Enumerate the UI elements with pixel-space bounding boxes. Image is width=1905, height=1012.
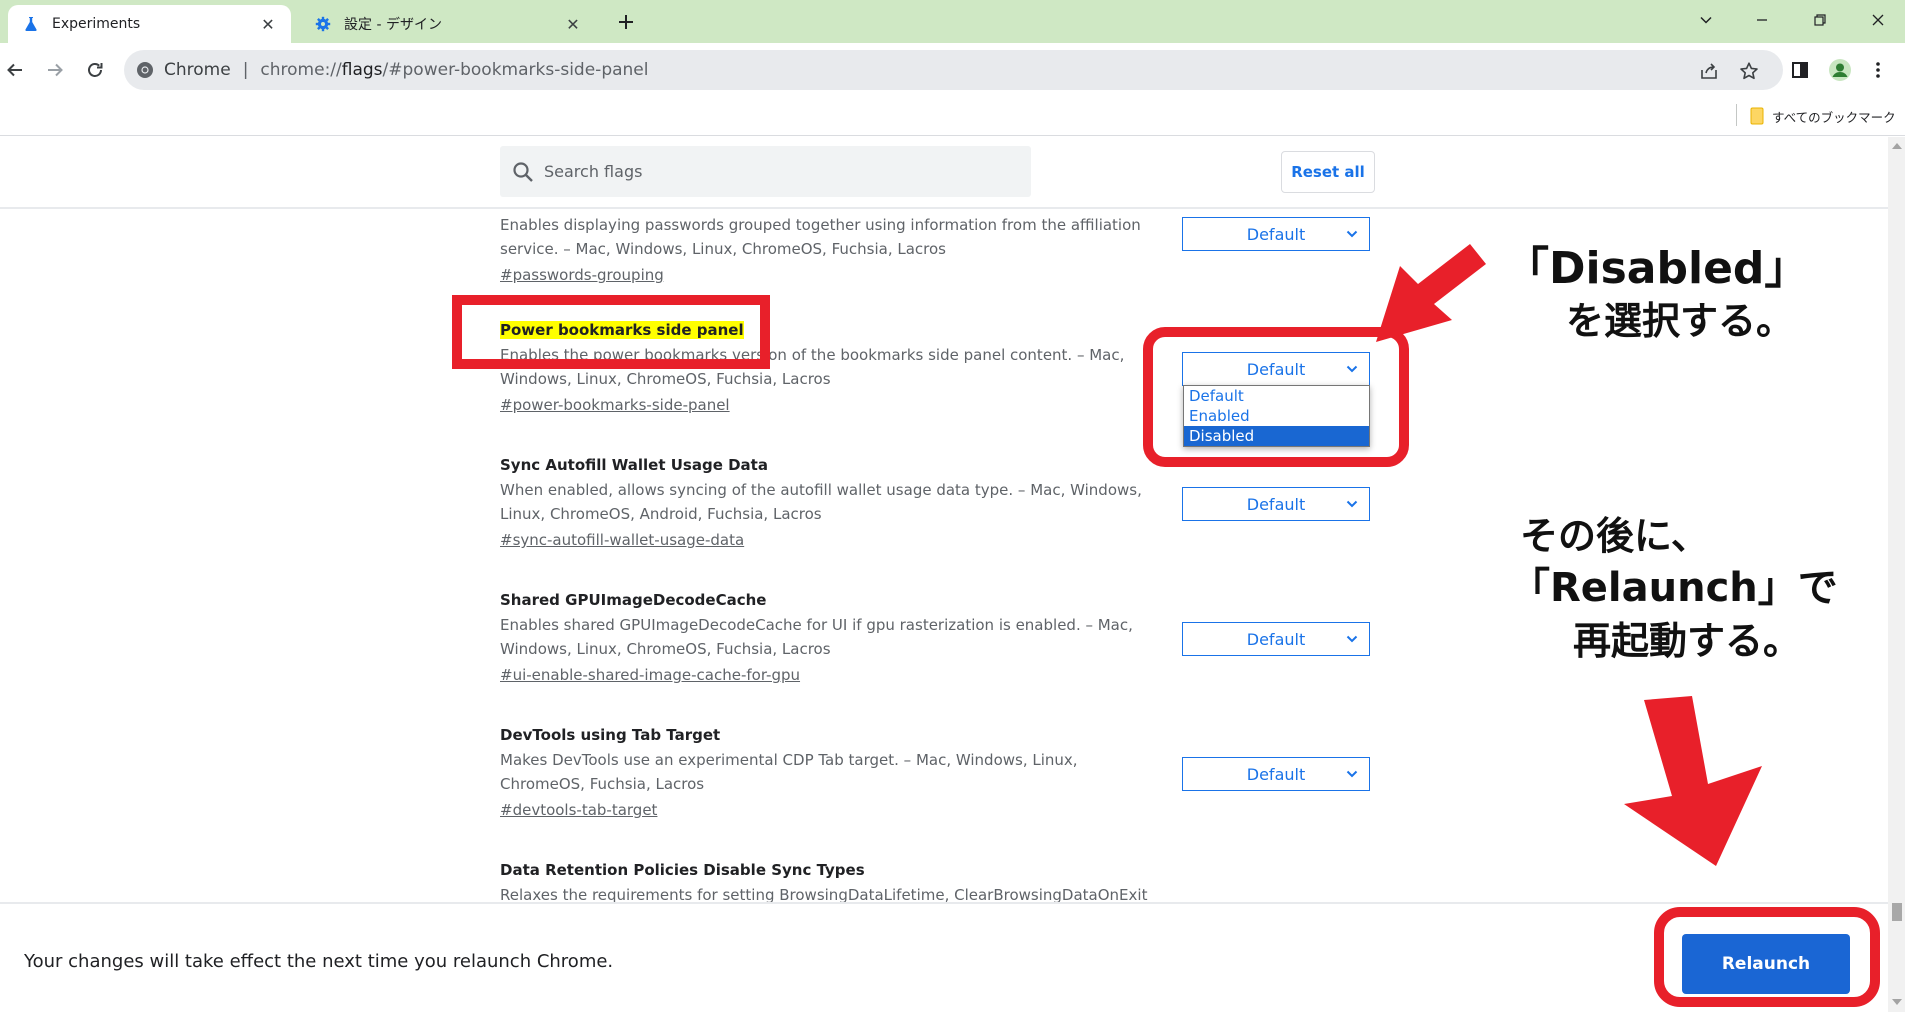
- flag-link[interactable]: #devtools-tab-target: [500, 798, 657, 822]
- flag-select-sync-autofill-wallet[interactable]: Default: [1182, 487, 1370, 521]
- annotation-relaunch-line3: 再起動する。: [1573, 619, 1802, 663]
- annotation-select-line2: を選択する。: [1566, 299, 1795, 343]
- tab-title: Experiments: [52, 16, 141, 32]
- flag-link[interactable]: #passwords-grouping: [500, 263, 664, 287]
- select-value: Default: [1246, 494, 1306, 514]
- chevron-down-icon: [1346, 770, 1358, 778]
- reload-icon[interactable]: [80, 55, 110, 85]
- restore-icon[interactable]: [1798, 4, 1842, 36]
- select-value: Default: [1246, 764, 1306, 784]
- annotation-arrow-down-icon: [1624, 696, 1762, 866]
- profile-avatar-icon[interactable]: [1828, 58, 1852, 82]
- close-icon[interactable]: ✕: [259, 15, 277, 34]
- all-bookmarks-label: すべてのブックマーク: [1772, 109, 1896, 125]
- address-bar[interactable]: Chrome | chrome://flags/#power-bookmarks…: [124, 50, 1783, 90]
- annotation-box-flag-name: [452, 295, 770, 369]
- flag-select-devtools-tab-target[interactable]: Default: [1182, 757, 1370, 791]
- flag-link[interactable]: #power-bookmarks-side-panel: [500, 393, 730, 417]
- flag-description: When enabled, allows syncing of the auto…: [500, 481, 1142, 523]
- site-label: Chrome: [164, 60, 231, 80]
- star-icon[interactable]: [1738, 60, 1760, 82]
- flag-sync-autofill-wallet-usage-data: Sync Autofill Wallet Usage Data When ena…: [500, 454, 1160, 552]
- folder-icon: [1750, 107, 1764, 125]
- flag-select-passwords-grouping[interactable]: Default: [1182, 217, 1370, 251]
- site-info-chip[interactable]: Chrome: [136, 60, 231, 80]
- url-path: /#power-bookmarks-side-panel: [382, 60, 649, 80]
- url-text: chrome://flags/#power-bookmarks-side-pan…: [260, 60, 648, 80]
- flag-link[interactable]: #sync-autofill-wallet-usage-data: [500, 528, 744, 552]
- search-header: Reset all: [0, 137, 1888, 209]
- flask-icon: [22, 15, 40, 33]
- flag-link[interactable]: #ui-enable-shared-image-cache-for-gpu: [500, 663, 800, 687]
- reset-all-button[interactable]: Reset all: [1281, 151, 1375, 193]
- flag-passwords-grouping: Enables displaying passwords grouped tog…: [500, 211, 1160, 287]
- tab-experiments[interactable]: Experiments ✕: [8, 5, 291, 43]
- search-input[interactable]: [544, 162, 984, 181]
- flag-name: Sync Autofill Wallet Usage Data: [500, 456, 768, 474]
- search-icon: [512, 161, 534, 183]
- relaunch-bar: Your changes will take effect the next t…: [0, 902, 1888, 1012]
- close-icon[interactable]: ✕: [564, 15, 582, 34]
- all-bookmarks-button[interactable]: すべてのブックマーク: [1750, 104, 1896, 128]
- chevron-down-icon: [1346, 635, 1358, 643]
- chrome-icon: [136, 61, 154, 79]
- select-value: Default: [1246, 629, 1306, 649]
- bookmarks-divider: [1736, 104, 1737, 126]
- scroll-down-arrow-icon[interactable]: [1892, 999, 1902, 1005]
- back-arrow-icon[interactable]: [0, 55, 30, 85]
- annotation-relaunch-line1: その後に、: [1520, 514, 1709, 558]
- flag-name: Data Retention Policies Disable Sync Typ…: [500, 861, 865, 879]
- flag-description: Enables shared GPUImageDecodeCache for U…: [500, 616, 1133, 658]
- forward-arrow-icon[interactable]: [40, 55, 70, 85]
- url-scheme: chrome://: [260, 60, 342, 80]
- minimize-icon[interactable]: [1740, 4, 1784, 36]
- flag-description: Enables displaying passwords grouped tog…: [500, 216, 1141, 258]
- share-icon[interactable]: [1698, 60, 1720, 82]
- flag-description: Relaxes the requirements for setting Bro…: [500, 886, 1148, 902]
- flag-select-shared-gpu-cache[interactable]: Default: [1182, 622, 1370, 656]
- flag-data-retention-policies: Data Retention Policies Disable Sync Typ…: [500, 859, 1160, 902]
- scroll-thumb[interactable]: [1892, 903, 1902, 921]
- bookmarks-bar: すべてのブックマーク: [0, 96, 1905, 136]
- tab-search-chevron-down-icon[interactable]: [1684, 4, 1728, 36]
- annotation-relaunch-line2: 「Relaunch」で: [1510, 565, 1838, 611]
- gear-icon: [314, 15, 332, 33]
- scroll-up-arrow-icon[interactable]: [1892, 143, 1902, 149]
- url-host: flags: [341, 60, 383, 80]
- flag-name: DevTools using Tab Target: [500, 726, 721, 744]
- title-bar: Experiments ✕ 設定 - デザイン ✕: [0, 0, 1905, 43]
- flag-description: Makes DevTools use an experimental CDP T…: [500, 751, 1078, 793]
- close-window-icon[interactable]: [1856, 4, 1900, 36]
- flag-name: Shared GPUImageDecodeCache: [500, 591, 767, 609]
- kebab-menu-icon[interactable]: [1866, 58, 1890, 82]
- omnibox-separator: |: [242, 60, 249, 80]
- flag-devtools-tab-target: DevTools using Tab Target Makes DevTools…: [500, 724, 1160, 822]
- tab-title: 設定 - デザイン: [344, 17, 442, 33]
- relaunch-message: Your changes will take effect the next t…: [24, 951, 614, 972]
- scrollbar[interactable]: [1888, 137, 1905, 1012]
- search-box[interactable]: [500, 146, 1031, 197]
- chevron-down-icon: [1346, 500, 1358, 508]
- side-panel-icon[interactable]: [1788, 58, 1812, 82]
- toolbar: Chrome | chrome://flags/#power-bookmarks…: [0, 43, 1905, 96]
- flag-shared-gpu-image-decode-cache: Shared GPUImageDecodeCache Enables share…: [500, 589, 1160, 687]
- annotation-select-line1: 「Disabled」: [1505, 243, 1809, 294]
- chevron-down-icon: [1346, 230, 1358, 238]
- new-tab-plus-icon[interactable]: [612, 8, 640, 36]
- tab-settings-design[interactable]: 設定 - デザイン ✕: [300, 5, 596, 43]
- annotation-box-relaunch: [1654, 907, 1880, 1007]
- annotation-arrow-down-left-icon: [1376, 244, 1486, 342]
- select-value: Default: [1246, 224, 1306, 244]
